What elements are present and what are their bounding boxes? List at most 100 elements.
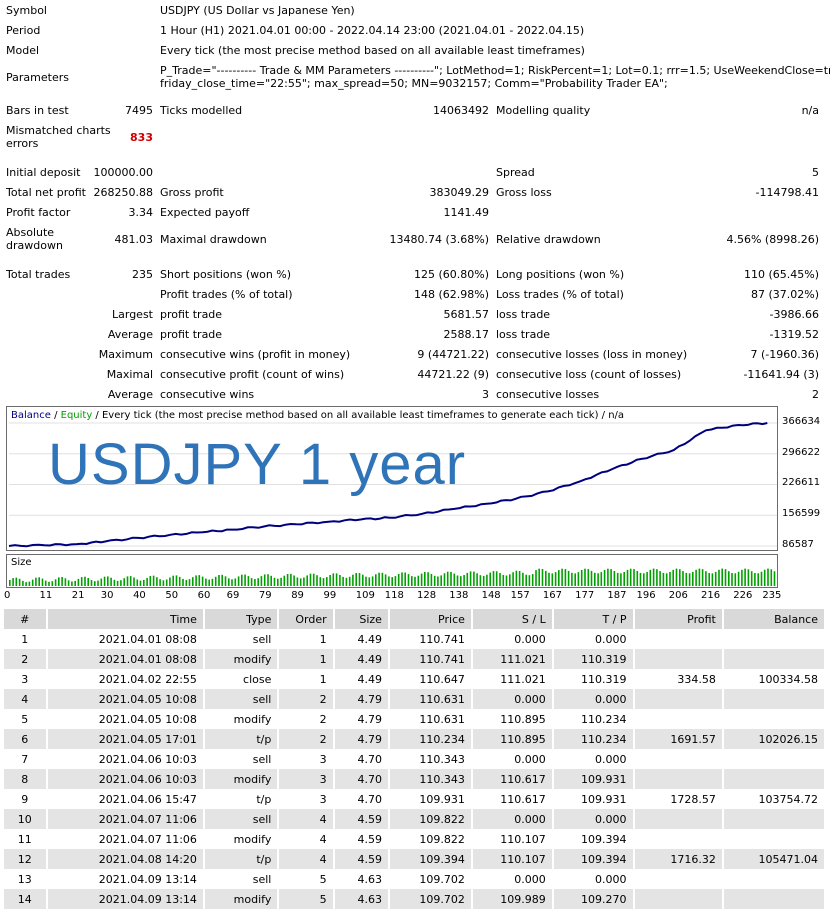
maximal-cl-value: -11641.94 (3) <box>743 368 819 381</box>
size-bar <box>221 574 223 586</box>
col-header-size[interactable]: Size <box>333 609 390 629</box>
size-bar <box>362 574 364 586</box>
size-bar <box>247 576 250 586</box>
size-bar <box>509 574 511 586</box>
size-bar <box>120 580 122 586</box>
size-bar <box>185 580 188 586</box>
size-bar <box>381 572 384 586</box>
cell-sl: 110.895 <box>471 709 554 729</box>
col-header-number[interactable]: # <box>4 609 48 629</box>
size-bar <box>613 571 616 586</box>
cell-sl: 0.000 <box>471 809 554 829</box>
maximal-cp-label: consecutive profit (count of wins) <box>160 368 345 381</box>
table-row[interactable]: 14 2021.04.09 13:14 modify 5 4.63 109.702 109.… <box>4 889 827 909</box>
table-row[interactable]: 8 2021.04.06 10:03 modify 3 4.70 110.343 110.6… <box>4 769 827 789</box>
size-bar <box>607 568 609 586</box>
symbol-label: Symbol <box>6 4 47 17</box>
col-header-order[interactable]: Order <box>278 609 335 629</box>
long-label: Long positions (won %) <box>496 268 625 281</box>
size-bar <box>12 578 14 586</box>
x-tick-label: 79 <box>258 590 272 601</box>
size-bar <box>489 572 491 586</box>
table-row[interactable]: 1 2021.04.01 08:08 sell 1 4.49 110.741 0.000 0.… <box>4 629 827 649</box>
size-bar <box>388 576 390 586</box>
table-row[interactable]: 4 2021.04.05 10:08 sell 2 4.79 110.631 0.000 0.… <box>4 689 827 709</box>
table-row[interactable]: 10 2021.04.07 11:06 sell 4 4.59 109.822 0.000 0… <box>4 809 827 829</box>
cell-number: 1 <box>4 629 48 649</box>
cell-price: 110.631 <box>388 689 473 709</box>
table-row[interactable]: 3 2021.04.02 22:55 close 1 4.49 110.647 111.02… <box>4 669 827 689</box>
col-header-profit[interactable]: Profit <box>633 609 724 629</box>
size-bar <box>97 580 99 586</box>
size-bar <box>773 571 776 586</box>
size-bar <box>94 581 96 586</box>
col-header-sl[interactable]: S / L <box>471 609 554 629</box>
size-bar <box>731 573 733 586</box>
col-header-balance[interactable]: Balance <box>722 609 827 629</box>
size-bar <box>378 572 380 586</box>
size-bar <box>348 576 351 586</box>
cell-number: 11 <box>4 829 48 849</box>
size-bar <box>254 579 256 586</box>
size-bar <box>535 570 537 586</box>
grossloss-value: -114798.41 <box>755 186 819 199</box>
x-tick-label: 187 <box>607 590 627 601</box>
table-row[interactable]: 2 2021.04.01 08:08 modify 1 4.49 110.741 111.0… <box>4 649 827 669</box>
table-row[interactable]: 5 2021.04.05 10:08 modify 2 4.79 110.631 110.8… <box>4 709 827 729</box>
cell-size: 4.59 <box>333 849 390 869</box>
size-bar <box>205 578 207 586</box>
size-bar <box>241 574 243 586</box>
cell-order: 1 <box>278 629 335 649</box>
cell-balance <box>722 869 827 889</box>
table-row[interactable]: 11 2021.04.07 11:06 modify 4 4.59 109.822 110.… <box>4 829 827 849</box>
cell-order: 1 <box>278 649 335 669</box>
cell-profit: 1728.57 <box>633 789 724 809</box>
size-bar <box>280 577 282 586</box>
quality-label: Modelling quality <box>496 104 591 117</box>
size-bar <box>495 571 498 586</box>
cell-type: modify <box>203 769 280 789</box>
size-bar <box>672 569 674 586</box>
cell-time: 2021.04.08 14:20 <box>46 849 205 869</box>
cell-number: 13 <box>4 869 48 889</box>
col-header-price[interactable]: Price <box>388 609 473 629</box>
size-bar <box>714 571 717 586</box>
size-bar <box>473 571 475 586</box>
cell-size: 4.59 <box>333 829 390 849</box>
size-bar <box>587 569 590 586</box>
size-bar <box>728 571 730 586</box>
table-row[interactable]: 6 2021.04.05 17:01 t/p 2 4.79 110.234 110.895 1… <box>4 729 827 749</box>
table-row[interactable]: 7 2021.04.06 10:03 sell 3 4.70 110.343 0.000 0.… <box>4 749 827 769</box>
size-bar <box>518 571 521 586</box>
size-bar <box>103 576 106 586</box>
size-bar <box>600 572 603 586</box>
table-row[interactable]: 12 2021.04.08 14:20 t/p 4 4.59 109.394 110.107… <box>4 849 827 869</box>
table-row[interactable]: 9 2021.04.06 15:47 t/p 3 4.70 109.931 110.617 1… <box>4 789 827 809</box>
col-header-type[interactable]: Type <box>203 609 280 629</box>
cell-size: 4.70 <box>333 749 390 769</box>
symbol-value: USDJPY (US Dollar vs Japanese Yen) <box>160 4 355 17</box>
col-header-time[interactable]: Time <box>46 609 205 629</box>
cell-size: 4.79 <box>333 689 390 709</box>
model-value: Every tick (the most precise method base… <box>160 44 585 57</box>
size-bar <box>218 575 220 586</box>
cell-profit: 1716.32 <box>633 849 724 869</box>
cell-order: 3 <box>278 769 335 789</box>
size-bar <box>152 575 155 586</box>
deals-table: # Time Type Order Size Price S / L T / P… <box>4 609 827 909</box>
size-bar <box>688 573 691 586</box>
cell-sl: 0.000 <box>471 689 554 709</box>
cell-number: 4 <box>4 689 48 709</box>
size-bar <box>74 580 76 586</box>
size-bar <box>744 568 746 586</box>
x-tick-label: 226 <box>733 590 753 601</box>
table-row[interactable]: 13 2021.04.09 13:14 sell 5 4.63 109.702 0.000 0… <box>4 869 827 889</box>
cell-profit <box>633 709 724 729</box>
size-bar <box>476 573 478 586</box>
size-bar <box>401 572 403 586</box>
cell-time: 2021.04.06 10:03 <box>46 769 205 789</box>
size-bar <box>505 575 508 586</box>
cell-type: sell <box>203 869 280 889</box>
col-header-tp[interactable]: T / P <box>552 609 635 629</box>
x-tick-label: 206 <box>668 590 688 601</box>
